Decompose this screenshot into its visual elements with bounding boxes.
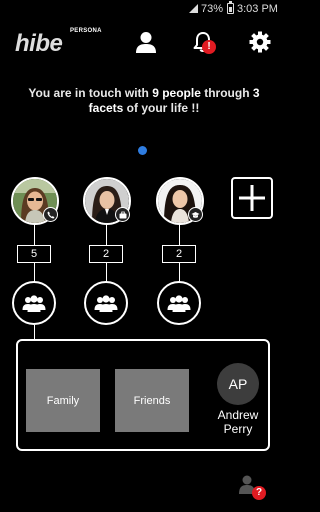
gear-icon	[249, 31, 271, 53]
connector-line	[34, 263, 35, 282]
notification-badge: !	[202, 40, 216, 54]
logo-text: hibe	[15, 30, 63, 57]
briefcase-icon	[119, 211, 126, 218]
people-icon	[94, 295, 118, 312]
summary-facets: facets	[88, 101, 124, 115]
status-bar: 73% 3:03 PM	[0, 0, 288, 20]
clock: 3:03 PM	[237, 3, 278, 15]
connector-line	[106, 223, 107, 246]
facet-group-button-1[interactable]	[12, 281, 56, 325]
page-indicator	[138, 146, 147, 155]
summary-middle: through	[200, 86, 253, 100]
battery-percent: 73%	[201, 3, 224, 15]
summary-text: You are in touch with 9 people through 3…	[10, 86, 278, 116]
plus-icon	[239, 185, 265, 211]
summary-count: 3	[252, 86, 260, 100]
facet-badge-2	[115, 207, 130, 222]
logo-subtitle: PERSONA	[70, 28, 102, 34]
summary-prefix: You are in touch with	[28, 86, 153, 100]
facet-count-1[interactable]: 5	[17, 245, 51, 263]
profile-button[interactable]	[134, 30, 158, 54]
group-tile-family[interactable]: Family	[26, 369, 100, 432]
help-badge: ?	[252, 486, 266, 500]
help-button[interactable]: ?	[238, 474, 266, 502]
signal-icon	[189, 4, 198, 13]
connector-line	[179, 223, 180, 246]
add-facet-button[interactable]	[231, 177, 273, 219]
contact-avatar[interactable]: AP	[217, 363, 259, 405]
facet-count-3[interactable]: 2	[162, 245, 196, 263]
graduation-cap-icon	[191, 211, 200, 218]
user-icon	[136, 32, 156, 53]
battery-icon	[227, 1, 234, 14]
people-icon	[167, 295, 191, 312]
phone-icon	[47, 211, 54, 218]
settings-button[interactable]	[248, 30, 272, 54]
connector-line	[179, 263, 180, 282]
group-tile-friends[interactable]: Friends	[115, 369, 189, 432]
facet-badge-1	[43, 207, 58, 222]
connector-line	[106, 263, 107, 282]
facet-group-button-2[interactable]	[84, 281, 128, 325]
connector-line	[34, 223, 35, 246]
summary-people: 9 people	[152, 86, 201, 100]
facet-group-button-3[interactable]	[157, 281, 201, 325]
summary-suffix: of your life !!	[123, 101, 200, 115]
connector-line	[34, 325, 35, 340]
contact-name[interactable]: Andrew Perry	[204, 408, 272, 436]
facet-badge-3	[188, 207, 203, 222]
facet-count-2[interactable]: 2	[89, 245, 123, 263]
notifications-button[interactable]: !	[191, 30, 216, 54]
people-icon	[22, 295, 46, 312]
